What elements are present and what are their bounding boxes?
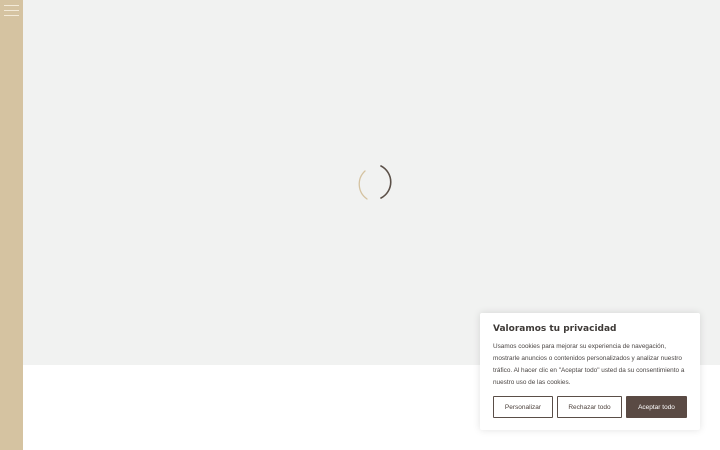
cookie-consent-banner: Valoramos tu privacidad Usamos cookies p… (480, 313, 700, 430)
cookie-banner-actions: Personalizar Rechazar todo Aceptar todo (493, 396, 687, 418)
customize-button[interactable]: Personalizar (493, 396, 553, 418)
cookie-banner-description: Usamos cookies para mejorar su experienc… (493, 343, 685, 386)
reject-all-button[interactable]: Rechazar todo (557, 396, 622, 418)
accept-all-button[interactable]: Aceptar todo (626, 396, 687, 418)
sidebar (0, 0, 23, 450)
hamburger-menu-icon[interactable] (4, 5, 19, 17)
loading-spinner-icon (358, 165, 392, 200)
cookie-banner-title: Valoramos tu privacidad (493, 324, 617, 334)
